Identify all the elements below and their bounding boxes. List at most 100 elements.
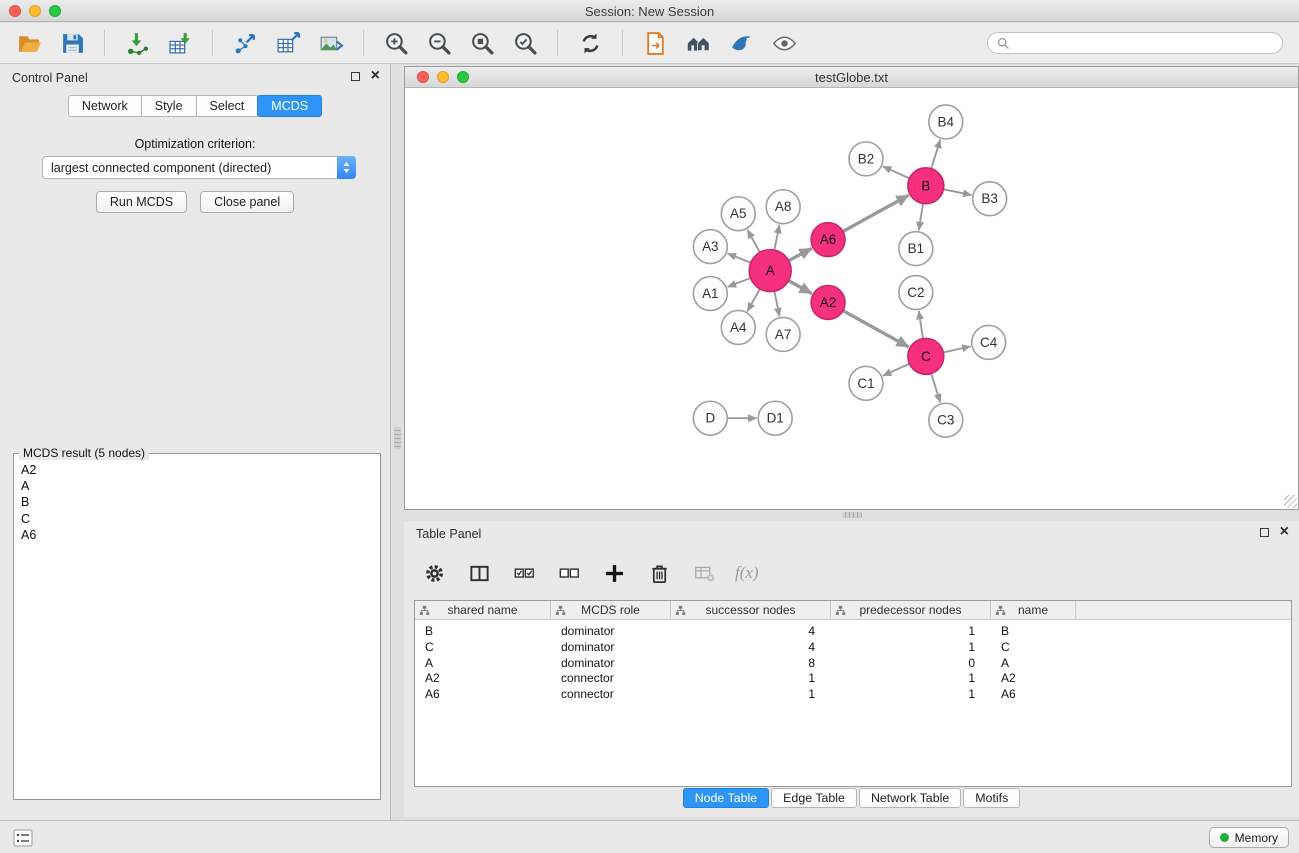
table-cell[interactable]: dominator	[551, 640, 671, 656]
table-cell[interactable]: dominator	[551, 656, 671, 672]
restore-table-button[interactable]	[690, 559, 718, 587]
optimization-criterion-select[interactable]: largest connected component (directed)	[42, 156, 356, 179]
float-panel-icon[interactable]	[351, 72, 360, 81]
table-cell[interactable]: A2	[415, 671, 551, 687]
table-cell[interactable]: connector	[551, 687, 671, 703]
table-cell[interactable]: A6	[991, 687, 1076, 703]
table-cell[interactable]: C	[991, 640, 1076, 656]
network-node-A3[interactable]: A3	[693, 230, 727, 264]
mcds-result-item[interactable]: C	[16, 511, 378, 527]
table-cell[interactable]: 4	[671, 624, 831, 640]
network-overview-button[interactable]	[679, 27, 717, 59]
mcds-result-item[interactable]: A	[16, 478, 378, 494]
network-node-A7[interactable]: A7	[766, 317, 800, 351]
run-mcds-button[interactable]: Run MCDS	[96, 191, 187, 213]
export-table-button[interactable]	[269, 27, 307, 59]
network-node-A1[interactable]: A1	[693, 277, 727, 311]
table-cell[interactable]: 4	[671, 640, 831, 656]
table-cell[interactable]: 8	[671, 656, 831, 672]
table-cell[interactable]: 0	[831, 656, 991, 672]
save-session-button[interactable]	[53, 27, 91, 59]
close-mcds-panel-button[interactable]: Close panel	[200, 191, 294, 213]
zoom-in-button[interactable]	[377, 27, 415, 59]
close-panel-icon[interactable]: ×	[371, 71, 380, 81]
network-edge-A-A6[interactable]	[789, 248, 812, 260]
table-cell[interactable]: C	[415, 640, 551, 656]
zoom-selected-button[interactable]	[506, 27, 544, 59]
tab-network[interactable]: Network	[68, 95, 142, 117]
column-header-MCDS-role[interactable]: MCDS role	[551, 601, 671, 619]
table-cell[interactable]: A	[991, 656, 1076, 672]
tab-mcds[interactable]: MCDS	[257, 95, 322, 117]
refresh-button[interactable]	[571, 27, 609, 59]
network-edge-C-C4[interactable]	[943, 346, 970, 352]
network-node-D1[interactable]: D1	[758, 401, 792, 435]
tab-select[interactable]: Select	[196, 95, 259, 117]
open-file-button[interactable]	[10, 27, 48, 59]
show-columns-button[interactable]	[465, 559, 493, 587]
table-cell[interactable]: 1	[831, 624, 991, 640]
column-header-shared-name[interactable]: shared name	[415, 601, 551, 619]
close-table-panel-icon[interactable]: ×	[1280, 527, 1289, 537]
function-builder-button[interactable]: f(x)	[735, 559, 759, 587]
task-history-button[interactable]	[10, 828, 36, 848]
network-node-C2[interactable]: C2	[899, 276, 933, 310]
mcds-result-item[interactable]: A6	[16, 527, 378, 543]
network-edge-A2-C[interactable]	[843, 311, 909, 347]
table-row[interactable]: Cdominator41C	[415, 640, 1291, 656]
select-all-button[interactable]	[510, 559, 538, 587]
table-cell[interactable]: B	[415, 624, 551, 640]
network-node-A[interactable]: A	[749, 250, 791, 292]
table-cell[interactable]: A2	[991, 671, 1076, 687]
network-node-A4[interactable]: A4	[721, 310, 755, 344]
network-edge-C-C2[interactable]	[919, 311, 923, 339]
table-row[interactable]: A2connector11A2	[415, 671, 1291, 687]
network-node-B[interactable]: B	[908, 168, 944, 204]
zoom-out-button[interactable]	[420, 27, 458, 59]
network-node-A2[interactable]: A2	[811, 286, 845, 320]
network-edge-B-B3[interactable]	[943, 189, 971, 195]
tab-style[interactable]: Style	[141, 95, 197, 117]
mcds-result-item[interactable]: B	[16, 494, 378, 510]
network-node-B2[interactable]: B2	[849, 142, 883, 176]
table-cell[interactable]: B	[991, 624, 1076, 640]
table-cell[interactable]: 1	[671, 687, 831, 703]
column-header-name[interactable]: name	[991, 601, 1076, 619]
table-row[interactable]: A6connector11A6	[415, 687, 1291, 703]
mcds-result-item[interactable]: A2	[16, 462, 378, 478]
add-row-button[interactable]	[600, 559, 628, 587]
apply-style-button[interactable]	[722, 27, 760, 59]
table-cell[interactable]: 1	[831, 687, 991, 703]
network-node-B1[interactable]: B1	[899, 232, 933, 266]
table-cell[interactable]: A	[415, 656, 551, 672]
network-node-B4[interactable]: B4	[929, 105, 963, 139]
import-table-button[interactable]	[161, 27, 199, 59]
network-node-C3[interactable]: C3	[929, 403, 963, 437]
import-network-button[interactable]	[118, 27, 156, 59]
export-network-button[interactable]	[226, 27, 264, 59]
table-cell[interactable]: dominator	[551, 624, 671, 640]
table-cell[interactable]: connector	[551, 671, 671, 687]
network-node-A6[interactable]: A6	[811, 223, 845, 257]
unselect-all-button[interactable]	[555, 559, 583, 587]
tab-motifs[interactable]: Motifs	[963, 788, 1020, 808]
network-edge-A-A1[interactable]	[728, 278, 751, 287]
search-input[interactable]	[1015, 36, 1273, 50]
zoom-fit-button[interactable]	[463, 27, 501, 59]
show-hide-details-button[interactable]	[765, 27, 803, 59]
network-edge-B-B1[interactable]	[919, 204, 923, 231]
memory-button[interactable]: Memory	[1209, 827, 1289, 848]
network-edge-C-C1[interactable]	[883, 364, 910, 376]
float-table-panel-icon[interactable]	[1260, 528, 1269, 537]
table-cell[interactable]: 1	[831, 671, 991, 687]
network-node-C[interactable]: C	[908, 338, 944, 374]
column-header-predecessor-nodes[interactable]: predecessor nodes	[831, 601, 991, 619]
table-row[interactable]: Bdominator41B	[415, 624, 1291, 640]
network-edge-A-A3[interactable]	[727, 254, 750, 263]
table-cell[interactable]: 1	[831, 640, 991, 656]
network-node-D[interactable]: D	[693, 401, 727, 435]
network-node-C1[interactable]: C1	[849, 366, 883, 400]
export-image-button[interactable]	[312, 27, 350, 59]
network-node-B3[interactable]: B3	[973, 182, 1007, 216]
network-canvas[interactable]: B4B2BB3A8A5A6A3B1AC2A1A2A4A7C4CC1C3DD1	[405, 88, 1298, 509]
